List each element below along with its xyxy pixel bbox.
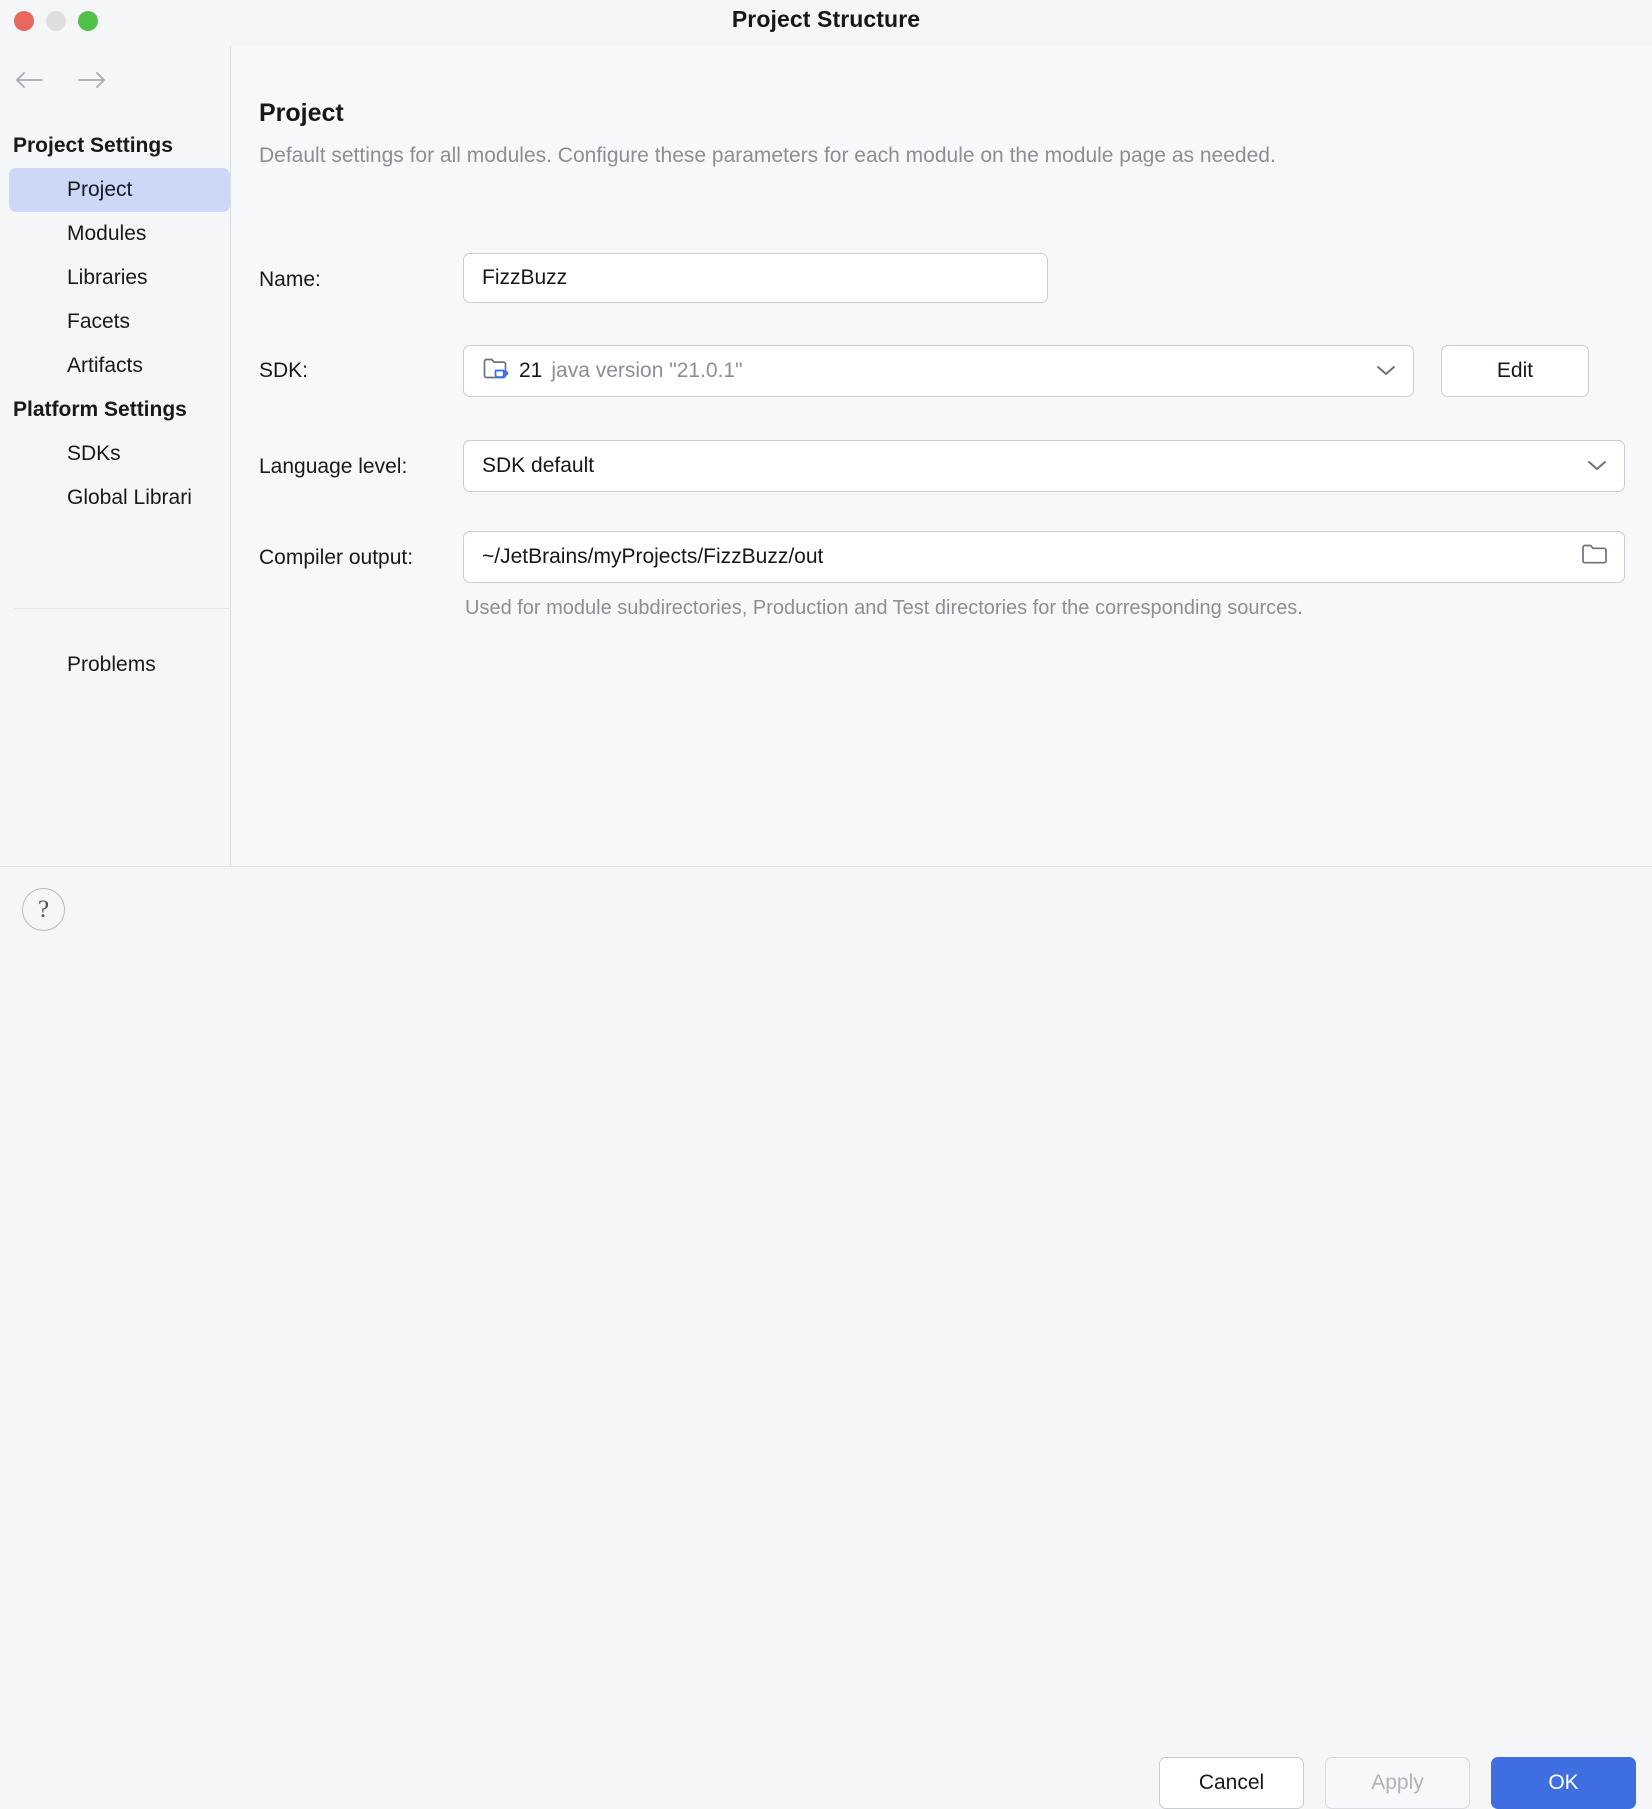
window-title: Project Structure xyxy=(731,6,921,32)
sidebar-item-global-libraries[interactable]: Global Librari xyxy=(0,476,231,520)
name-field-label: Name: xyxy=(259,268,321,291)
page-title: Project xyxy=(259,99,344,127)
edit-sdk-button[interactable]: Edit xyxy=(1441,345,1589,397)
window-titlebar: Project Structure xyxy=(0,0,1652,46)
page-subtitle: Default settings for all modules. Config… xyxy=(259,144,1276,167)
sidebar-item-problems-wrapper: Problems xyxy=(0,643,231,687)
java-sdk-folder-icon xyxy=(482,355,510,387)
settings-sidebar: Project Settings Project Modules Librari… xyxy=(0,46,231,866)
folder-icon[interactable] xyxy=(1581,543,1608,572)
name-input[interactable]: FizzBuzz xyxy=(463,253,1048,303)
sidebar-divider xyxy=(14,608,231,609)
help-icon[interactable]: ? xyxy=(22,888,65,931)
sdk-combobox[interactable]: 21 java version "21.0.1" xyxy=(463,345,1414,397)
forward-arrow-icon[interactable] xyxy=(76,64,108,96)
settings-nav-list: Project Settings Project Modules Librari… xyxy=(0,124,231,520)
compiler-output-hint: Used for module subdirectories, Producti… xyxy=(465,597,1303,619)
sidebar-item-sdks[interactable]: SDKs xyxy=(0,432,231,476)
sidebar-group-platform-settings: Platform Settings xyxy=(13,398,187,421)
navigation-arrows xyxy=(14,64,108,96)
language-level-value: SDK default xyxy=(482,454,595,477)
sidebar-item-problems[interactable]: Problems xyxy=(0,643,231,687)
apply-button[interactable]: Apply xyxy=(1325,1757,1470,1809)
sdk-field-label: SDK: xyxy=(259,359,309,382)
cancel-button[interactable]: Cancel xyxy=(1159,1757,1304,1809)
sidebar-item-project[interactable]: Project xyxy=(9,168,230,212)
back-arrow-icon[interactable] xyxy=(14,64,46,96)
project-settings-panel: Project Default settings for all modules… xyxy=(232,46,1652,866)
chevron-down-icon[interactable] xyxy=(1586,454,1608,478)
sidebar-item-artifacts[interactable]: Artifacts xyxy=(0,344,231,388)
sdk-name-value: 21 xyxy=(519,359,543,382)
compiler-output-value: ~/JetBrains/myProjects/FizzBuzz/out xyxy=(482,545,824,568)
language-level-field-label: Language level: xyxy=(259,455,408,478)
sdk-combobox-content: 21 java version "21.0.1" xyxy=(464,355,743,387)
chevron-down-icon[interactable] xyxy=(1375,359,1397,383)
name-input-value: FizzBuzz xyxy=(482,266,568,289)
sidebar-item-modules[interactable]: Modules xyxy=(0,212,231,256)
sdk-version-value: java version "21.0.1" xyxy=(551,359,743,382)
dialog-footer: ? Cancel Apply OK xyxy=(0,866,1652,1809)
sidebar-item-libraries[interactable]: Libraries xyxy=(0,256,231,300)
compiler-output-input[interactable]: ~/JetBrains/myProjects/FizzBuzz/out xyxy=(463,531,1625,583)
sidebar-item-facets[interactable]: Facets xyxy=(0,300,231,344)
language-level-combobox[interactable]: SDK default xyxy=(463,440,1625,492)
sidebar-group-project-settings: Project Settings xyxy=(13,134,173,157)
ok-button[interactable]: OK xyxy=(1491,1757,1636,1809)
